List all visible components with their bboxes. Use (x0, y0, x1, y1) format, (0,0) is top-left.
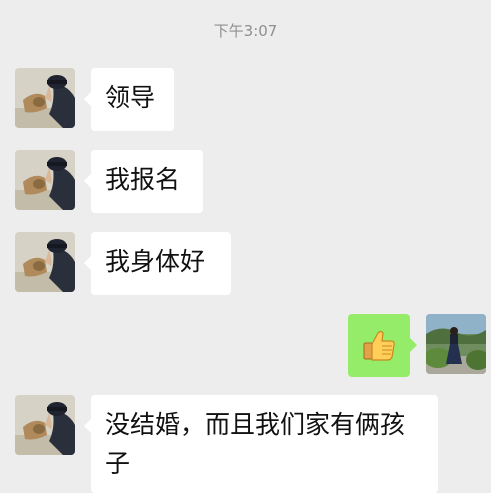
message-text: 我身体好 (105, 247, 206, 276)
avatar-image (15, 232, 75, 292)
message-bubble[interactable]: 领导 (84, 68, 174, 131)
avatar[interactable] (15, 150, 75, 210)
message-bubble[interactable]: 我身体好 (84, 232, 231, 295)
avatar[interactable] (15, 68, 75, 128)
avatar-image (15, 68, 75, 128)
avatar-image (426, 314, 486, 374)
timestamp: 下午3:07 (213, 22, 278, 40)
avatar-image (15, 150, 75, 210)
message-text: 没结婚，而且我们家有俩孩子 (105, 410, 406, 478)
thumbs-up-icon (363, 330, 395, 361)
message-bubble[interactable]: 我报名 (84, 150, 203, 213)
avatar[interactable] (15, 232, 75, 292)
message-text: 我报名 (105, 165, 181, 194)
avatar[interactable] (15, 395, 75, 455)
message-bubble-outgoing[interactable] (348, 314, 417, 377)
avatar-self[interactable] (426, 314, 486, 374)
message-bubble[interactable]: 没结婚，而且我们家有俩孩子 (84, 395, 438, 493)
avatar-image (15, 395, 75, 455)
message-text: 领导 (105, 83, 156, 112)
